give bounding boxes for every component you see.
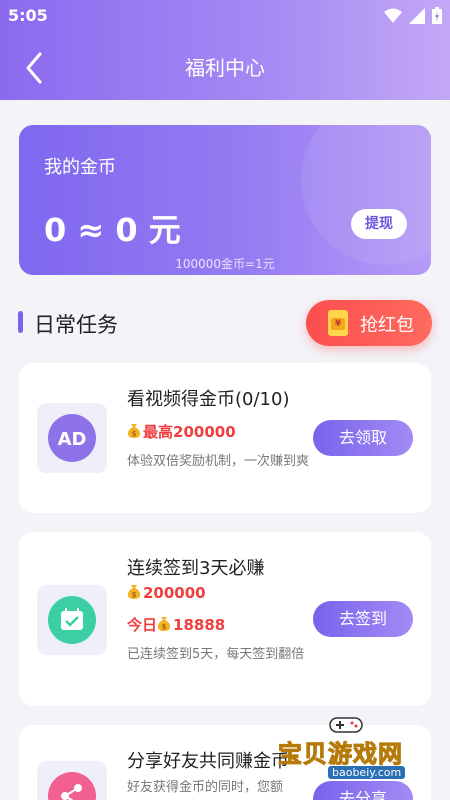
today-reward-prefix: 今日	[127, 616, 158, 634]
status-bar: 5:05	[0, 0, 450, 32]
calendar-check-icon	[48, 596, 96, 644]
task-title: 看视频得金币(0/10)	[127, 389, 290, 410]
task-icon-box: AD	[37, 403, 107, 473]
section-title: 日常任务	[34, 313, 118, 337]
task-card-video: AD 看视频得金币(0/10) $ 最高200000 体验双倍奖励机制，一次赚到爽…	[19, 363, 431, 513]
gamepad-icon	[329, 717, 363, 733]
task-reward-prefix: 最高	[143, 423, 174, 441]
svg-text:$: $	[132, 430, 137, 438]
today-reward-amount: 18888	[173, 616, 226, 634]
coin-card: 我的金币 0 ≈ 0 元 提现 100000金币=1元	[19, 125, 431, 275]
watermark-logo: 宝贝游戏网 baobeiy.com	[278, 712, 448, 792]
signal-icon	[409, 7, 425, 28]
task-reward-amount: 200000	[173, 423, 236, 441]
status-icons	[384, 7, 442, 28]
svg-text:AD: AD	[58, 429, 87, 450]
coin-exchange-rate: 100000金币=1元	[175, 257, 275, 271]
task-icon-box	[37, 585, 107, 655]
watermark-text: 宝贝游戏网	[278, 740, 403, 769]
page-title: 福利中心	[185, 56, 265, 80]
coin-bag-icon: $	[157, 617, 171, 631]
task-reward: $ 最高200000	[127, 421, 236, 442]
card-decoration	[301, 125, 431, 265]
task-reward-amount: 200000	[143, 584, 206, 602]
status-time: 5:05	[8, 6, 48, 25]
task-description: 体验双倍奖励机制，一次赚到爽	[127, 454, 310, 469]
share-icon	[48, 772, 96, 800]
battery-icon	[432, 7, 442, 28]
task-title: 分享好友共同赚金币	[127, 751, 289, 772]
section-marker	[18, 311, 23, 333]
svg-text:$: $	[162, 623, 167, 631]
red-packet-label: 抢红包	[360, 315, 414, 336]
task-icon-box	[37, 761, 107, 800]
ad-icon: AD	[48, 414, 96, 462]
watermark-url: baobeiy.com	[328, 766, 406, 779]
red-packet-button[interactable]: ¥ 抢红包	[306, 300, 432, 346]
task-title: 连续签到3天必赚	[127, 558, 265, 579]
red-packet-icon: ¥	[328, 310, 348, 336]
today-reward: 今日 $18888	[127, 614, 225, 635]
withdraw-button[interactable]: 提现	[351, 209, 407, 239]
coin-label: 我的金币	[44, 157, 116, 178]
claim-button[interactable]: 去领取	[313, 420, 413, 456]
task-reward: $200000	[127, 584, 206, 602]
coin-bag-icon: $	[127, 585, 141, 599]
task-card-checkin: 连续签到3天必赚 $200000 今日 $18888 已连续签到5天，每天签到翻倍…	[19, 532, 431, 706]
coin-bag-icon: $	[127, 424, 141, 438]
wifi-icon	[384, 8, 402, 28]
task-description: 已连续签到5天，每天签到翻倍	[127, 647, 305, 662]
coin-balance: 0 ≈ 0 元	[44, 211, 181, 249]
title-bar: 福利中心	[0, 40, 450, 92]
svg-text:$: $	[132, 591, 137, 599]
check-in-button[interactable]: 去签到	[313, 601, 413, 637]
